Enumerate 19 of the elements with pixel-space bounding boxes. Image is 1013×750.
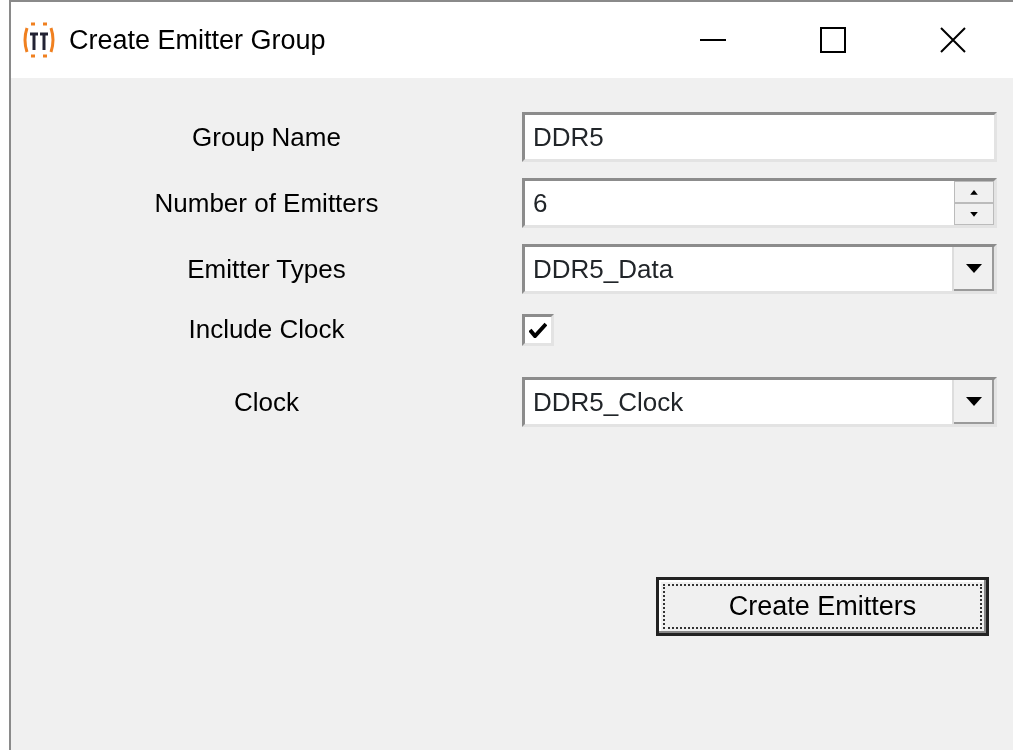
field-label: Include Clock <box>187 313 346 346</box>
field-label: Number of Emitters <box>153 186 380 220</box>
caret-icon <box>966 264 982 274</box>
create-emitters-button[interactable]: Create Emitters <box>656 577 989 636</box>
input-field[interactable]: DDR5 <box>522 112 997 162</box>
field-label: Clock <box>233 385 300 419</box>
dropdown[interactable]: DDR5_Data <box>522 244 997 294</box>
app-icon <box>21 22 57 58</box>
maximize-icon <box>820 27 846 53</box>
field-label: Emitter Types <box>186 252 347 286</box>
checkbox[interactable] <box>522 313 554 346</box>
dropdown[interactable]: DDR5_Clock <box>522 377 997 427</box>
field-label: Group Name <box>191 120 342 154</box>
window-title: Create Emitter Group <box>69 23 326 57</box>
close-icon <box>940 27 966 53</box>
caret-icon <box>966 397 982 407</box>
spinner-field[interactable]: 6 <box>522 178 997 228</box>
minimize-icon <box>700 38 726 42</box>
check-icon <box>529 321 547 338</box>
